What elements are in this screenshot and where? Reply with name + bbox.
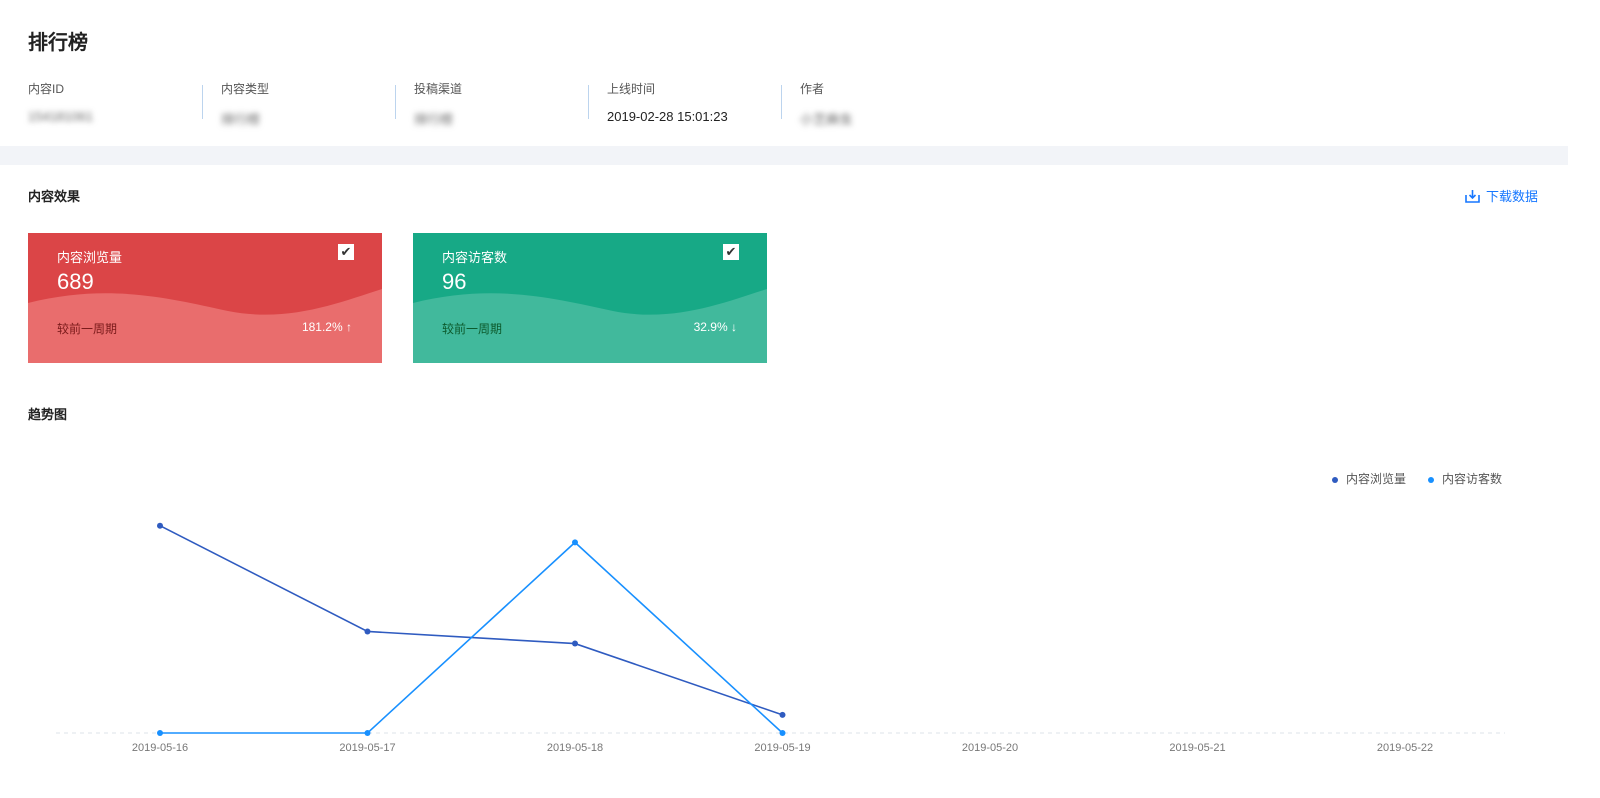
download-label: 下载数据 [1485,189,1538,204]
metric-checkbox[interactable]: ✔ [723,244,739,260]
x-tick-label: 2019-05-19 [754,742,810,754]
metric-card[interactable]: 内容浏览量 689 ✔ 较前一周期 181.2% ↑ [28,233,382,363]
meta-value: 小芝麻虫 [800,112,853,127]
x-tick-label: 2019-05-16 [132,742,188,754]
x-tick-label: 2019-05-20 [962,742,1018,754]
metric-card[interactable]: 内容访客数 96 ✔ 较前一周期 32.9% ↓ [413,233,767,363]
metric-name: 内容浏览量 [57,250,123,265]
x-tick-label: 2019-05-22 [1377,742,1433,754]
download-icon [1465,189,1480,203]
metric-checkbox[interactable]: ✔ [338,244,354,260]
legend-dot [1331,476,1338,483]
compare-label: 较前一周期 [57,322,118,336]
data-point [364,628,371,635]
data-point [364,730,371,736]
data-point [572,539,578,546]
meta-separator [395,85,396,119]
content-meta: 内容ID 154181061 内容类型 排行榜 投稿渠道 排行榜 上线时间 2019-02-2… [28,80,940,127]
data-point [572,640,578,647]
data-point [779,711,786,718]
trend-arrow-icon: ↓ [731,320,737,334]
download-data-button[interactable]: 下载数据 [1465,186,1538,205]
meta-item: 内容类型 排行榜 [221,80,395,127]
meta-separator [781,85,782,119]
meta-separator [202,85,203,119]
meta-item: 作者 小芝麻虫 [800,80,940,127]
series-line [159,524,783,716]
legend-item[interactable]: 内容浏览量 [1331,470,1406,487]
divider-band [0,146,1568,165]
x-tick-label: 2019-05-17 [339,742,395,754]
section-title-effect: 内容效果 [28,189,81,204]
metric-name: 内容访客数 [442,250,508,265]
meta-item: 上线时间 2019-02-28 15:01:23 [607,80,781,124]
legend-label: 内容访客数 [1441,472,1502,486]
data-point [157,522,163,529]
legend-dot [1427,476,1434,483]
compare-percent: 181.2% ↑ [301,320,352,334]
metric-value: 96 [442,269,467,294]
section-title-trend: 趋势图 [28,407,68,422]
metric-value: 689 [57,269,94,294]
legend-item[interactable]: 内容访客数 [1427,470,1502,487]
meta-value: 排行榜 [414,112,454,127]
meta-separator [588,85,589,119]
meta-item: 内容ID 154181061 [28,80,202,124]
meta-label: 内容类型 [221,82,270,96]
trend-arrow-icon: ↑ [346,320,352,334]
series-line [160,541,784,734]
legend-label: 内容浏览量 [1345,472,1406,486]
x-tick-label: 2019-05-18 [547,742,603,754]
chart-legend: 内容浏览量 内容访客数 [1331,470,1502,487]
x-tick-label: 2019-05-21 [1169,742,1225,754]
meta-value: 排行榜 [221,112,261,127]
compare-label: 较前一周期 [442,322,503,336]
data-point [779,730,786,736]
meta-item: 投稿渠道 排行榜 [414,80,588,127]
meta-label: 作者 [800,82,825,96]
data-point [157,730,163,736]
meta-label: 投稿渠道 [414,82,463,96]
page-title: 排行榜 [28,32,88,54]
meta-value: 154181061 [28,109,94,124]
compare-percent: 32.9% ↓ [693,320,737,334]
meta-value: 2019-02-28 15:01:23 [607,109,728,124]
meta-label: 上线时间 [607,82,656,96]
meta-label: 内容ID [28,82,65,96]
